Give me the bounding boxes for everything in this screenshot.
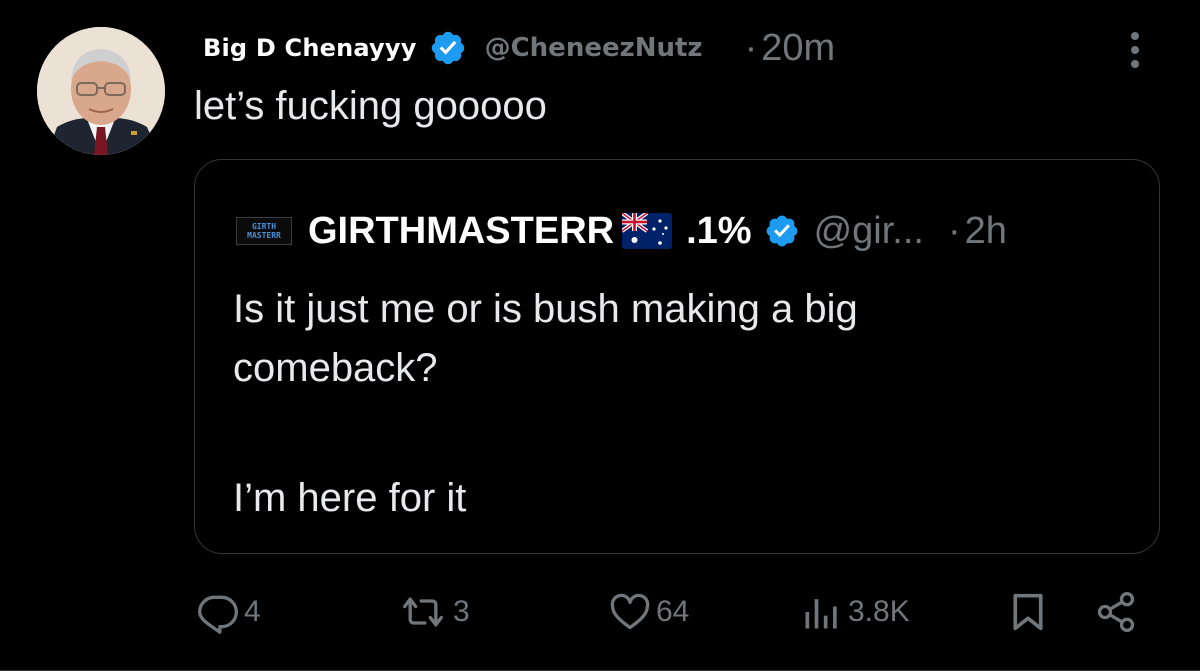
- quoted-avatar-text-line1: GIRTH: [251, 222, 277, 231]
- author-display-name[interactable]: Big D Chenayyy: [203, 34, 417, 62]
- quoted-text-line: comeback?: [233, 346, 438, 390]
- verified-badge-icon: [429, 29, 467, 67]
- quoted-post-text: Is it just me or is bush making a big co…: [233, 280, 1113, 528]
- quoted-text-line: I’m here for it: [233, 476, 467, 520]
- repost-button[interactable]: 3: [397, 590, 470, 634]
- heart-icon: [608, 590, 652, 634]
- bookmark-icon: [1008, 590, 1048, 634]
- reply-button[interactable]: 4: [196, 590, 261, 634]
- quoted-post-header: GIRTH MASTERR GIRTHMASTERR .1% @gir... ·…: [236, 206, 1007, 256]
- quoted-author-handle: @gir...: [813, 209, 924, 252]
- repost-count: 3: [453, 595, 470, 628]
- quoted-author-avatar[interactable]: GIRTH MASTERR: [236, 217, 292, 245]
- quoted-author-name-suffix: .1%: [686, 209, 752, 252]
- views-chart-icon: [800, 590, 844, 634]
- australia-flag-icon: [620, 211, 673, 249]
- author-avatar-image: [37, 27, 165, 155]
- post-header: Big D Chenayyy @CheneezNutz · 20m: [203, 26, 835, 70]
- quoted-avatar-text-line2: MASTERR: [247, 231, 281, 240]
- bookmark-button[interactable]: [1008, 590, 1048, 634]
- post-text: let’s fucking gooooo: [194, 84, 547, 128]
- author-avatar[interactable]: [37, 27, 165, 155]
- share-button[interactable]: [1094, 590, 1138, 634]
- quoted-author-display-name: GIRTHMASTERR: [308, 209, 615, 252]
- like-button[interactable]: 64: [608, 590, 689, 634]
- post-timestamp[interactable]: 20m: [761, 27, 835, 70]
- reply-icon: [196, 590, 240, 634]
- share-icon: [1094, 590, 1138, 634]
- time-separator: ·: [744, 26, 758, 69]
- quoted-text-line: Is it just me or is bush making a big: [233, 287, 858, 331]
- quoted-time-separator: ·: [947, 209, 961, 252]
- quoted-post-timestamp: 2h: [964, 209, 1007, 252]
- repost-icon: [397, 590, 449, 634]
- reply-count: 4: [244, 595, 261, 628]
- views-count: 3.8K: [848, 595, 910, 628]
- views-button[interactable]: 3.8K: [800, 590, 910, 634]
- more-vertical-icon[interactable]: [1120, 28, 1150, 72]
- verified-badge-icon: [764, 213, 800, 249]
- like-count: 64: [656, 595, 690, 628]
- author-handle[interactable]: @CheneezNutz: [485, 33, 703, 63]
